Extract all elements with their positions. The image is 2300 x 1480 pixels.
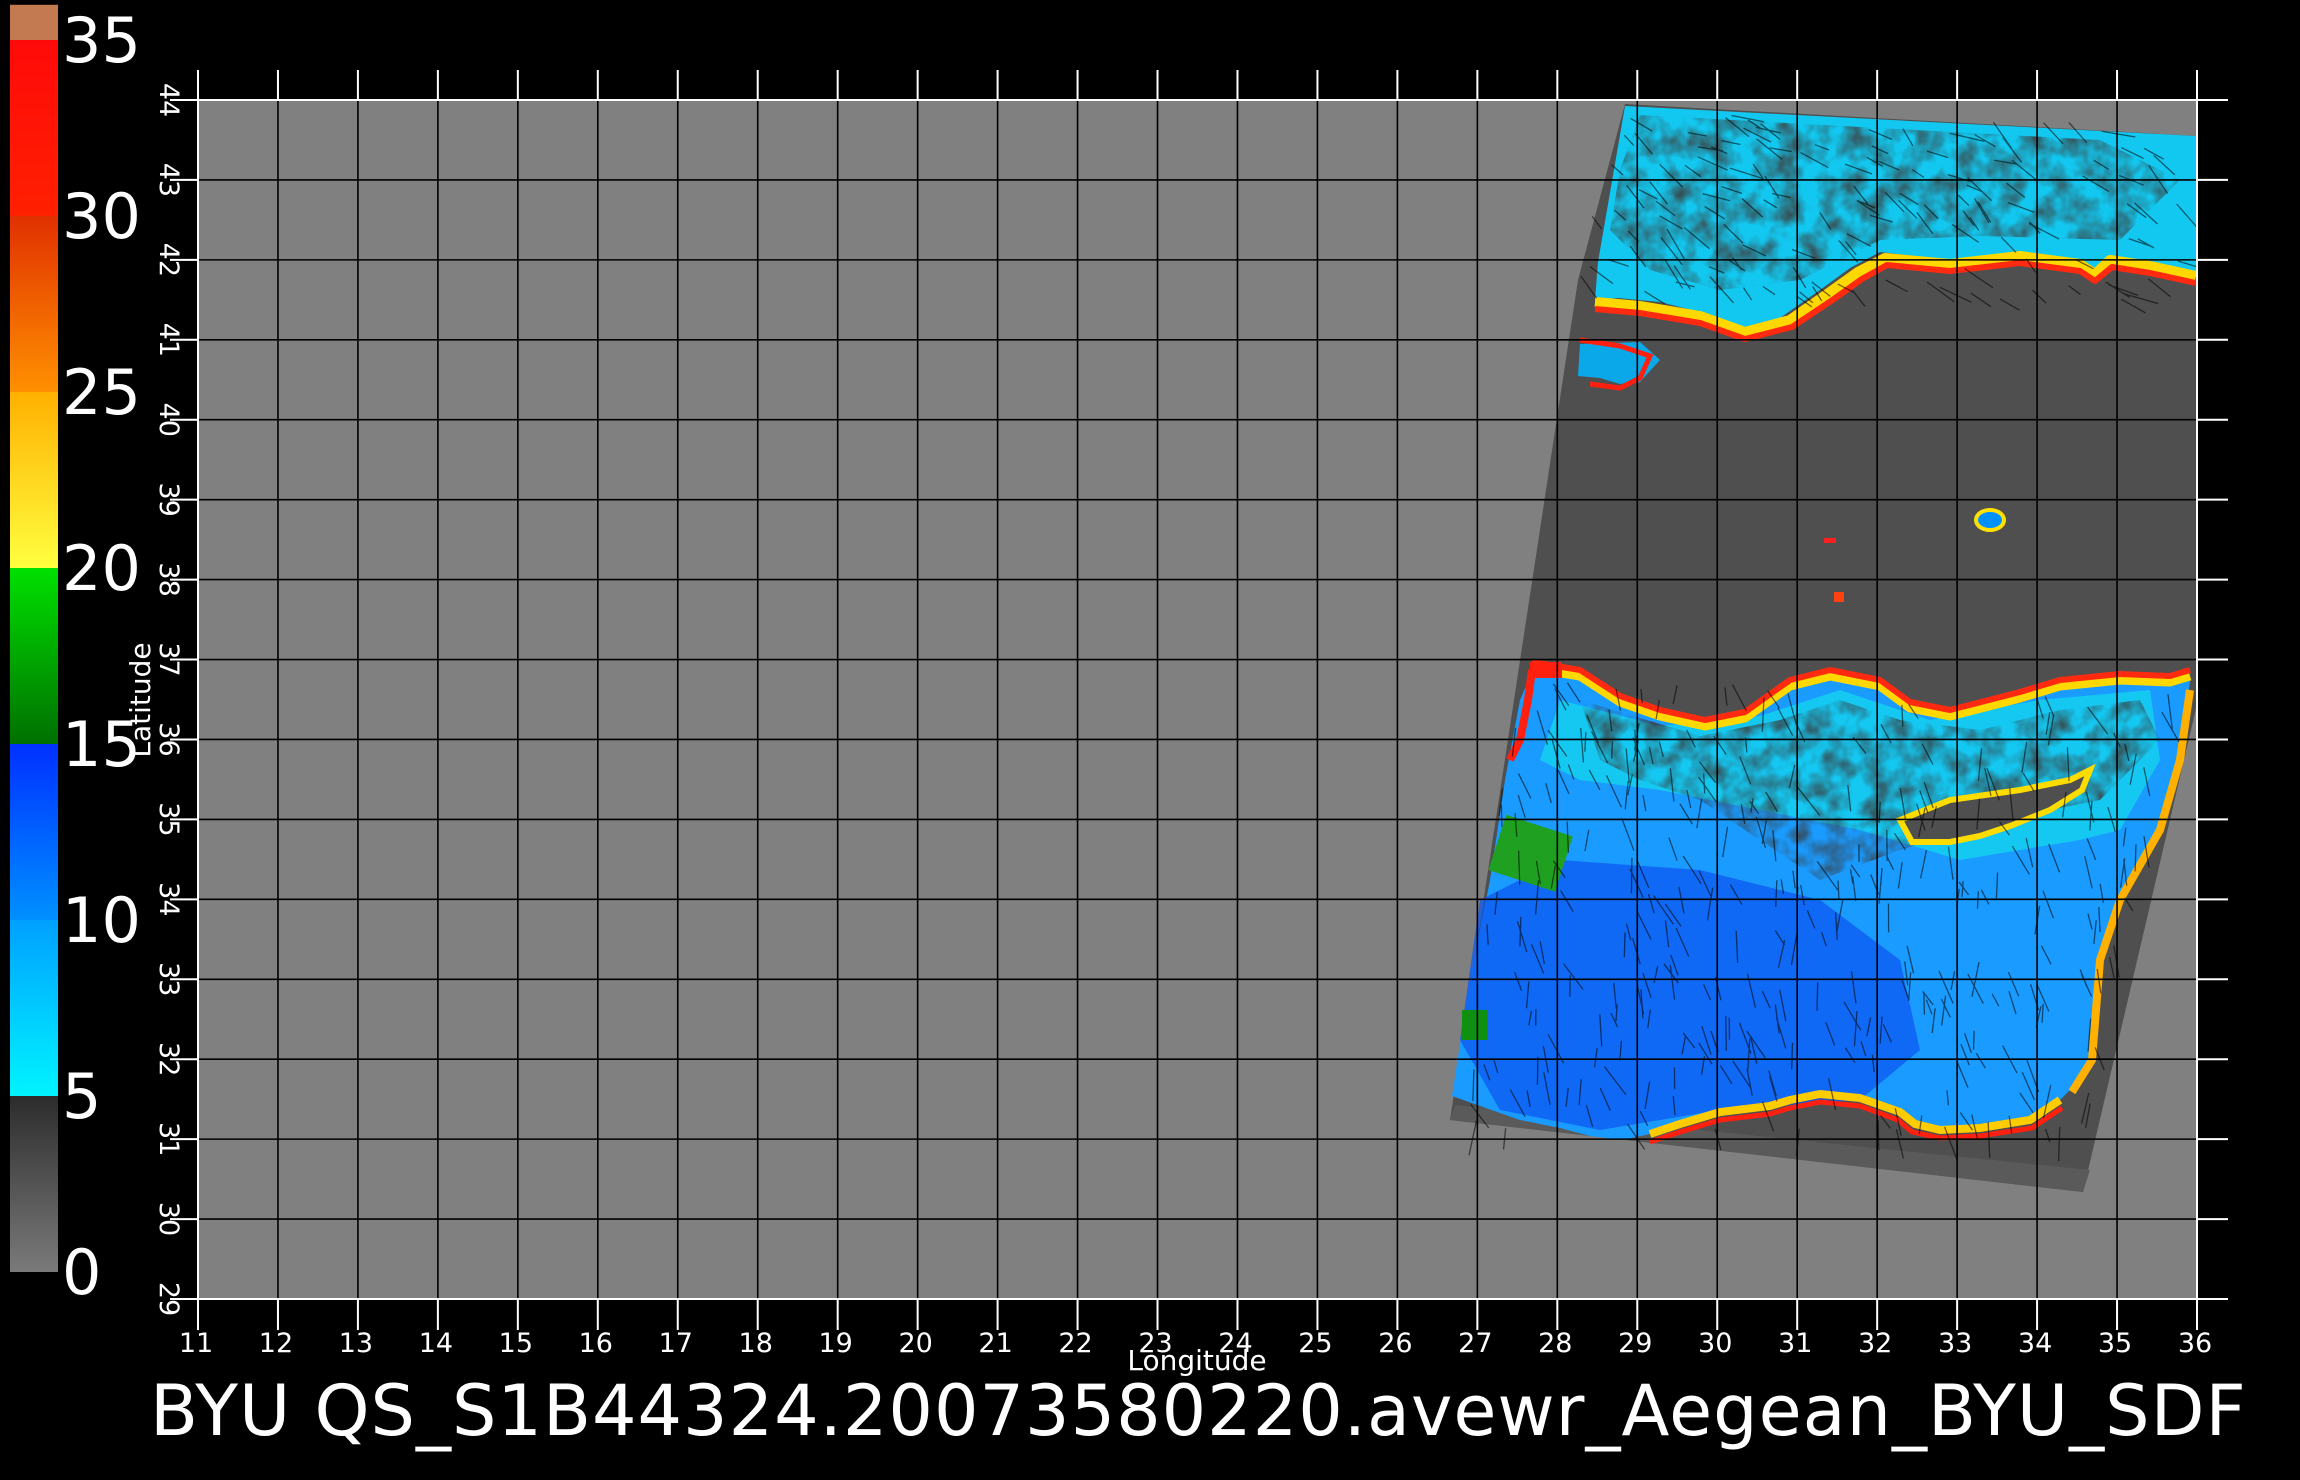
x-tick-label: 14 [419, 1328, 453, 1359]
x-tick-label: 20 [898, 1328, 932, 1359]
colorbar-band [10, 568, 58, 744]
map-plot: 11 12 13 14 15 16 17 18 19 20 21 22 23 24 25 26 27 28 29 30… [124, 70, 2228, 1377]
y-tick-label: 40 [153, 403, 184, 437]
x-tick-label: 31 [1778, 1328, 1812, 1359]
x-tick-label: 29 [1618, 1328, 1652, 1359]
y-tick-label: 38 [153, 562, 184, 596]
y-tick-label: 29 [153, 1282, 184, 1316]
x-tick-label: 25 [1298, 1328, 1332, 1359]
y-tick-label: 41 [153, 323, 184, 357]
y-tick-label: 32 [153, 1042, 184, 1076]
colorbar-label: 5 [62, 1060, 101, 1133]
x-tick-label: 17 [659, 1328, 693, 1359]
y-tick-label: 44 [153, 83, 184, 117]
y-tick-label: 30 [153, 1202, 184, 1236]
y-tick-label: 31 [153, 1122, 184, 1156]
x-tick-label: 12 [259, 1328, 293, 1359]
y-tick-label: 37 [153, 642, 184, 676]
colorbar-band [10, 4, 58, 41]
colorbar-band [10, 40, 58, 216]
y-tick-label: 35 [153, 802, 184, 836]
colorbar-label: 10 [62, 884, 141, 957]
map-figure: 35 30 25 20 15 10 5 0 11 12 13 14 15 16 17 18 1… [10, 4, 2247, 1452]
x-tick-label: 36 [2178, 1328, 2212, 1359]
colorbar-label: 25 [62, 356, 141, 429]
colorbar-band [10, 920, 58, 1096]
x-tick-label: 22 [1058, 1328, 1092, 1359]
x-tick-label: 26 [1378, 1328, 1412, 1359]
x-tick-label: 35 [2098, 1328, 2132, 1359]
x-tick-label: 32 [1858, 1328, 1892, 1359]
x-tick-label: 33 [1938, 1328, 1972, 1359]
x-tick-label: 16 [579, 1328, 613, 1359]
colorbar-label: 35 [62, 4, 141, 77]
x-tick-label: 34 [2018, 1328, 2052, 1359]
x-tick-label: 18 [739, 1328, 773, 1359]
colorbar-label: 0 [62, 1236, 101, 1309]
y-tick-label: 36 [153, 722, 184, 756]
y-tick-label: 39 [153, 482, 184, 516]
x-tick-label: 30 [1698, 1328, 1732, 1359]
colorbar-band [10, 392, 58, 568]
colorbar-band [10, 216, 58, 392]
y-axis-title: Latitude [124, 642, 157, 757]
x-tick-label: 19 [819, 1328, 853, 1359]
colorbar-label: 20 [62, 532, 141, 605]
x-tick-label: 21 [978, 1328, 1012, 1359]
y-tick-label: 42 [153, 243, 184, 277]
colorbar-label: 30 [62, 180, 141, 253]
plot-caption: BYU QS_S1B44324.20073580220.avewr_Aegean… [150, 1370, 2247, 1452]
colorbar-bands [10, 4, 58, 1272]
x-tick-label: 28 [1538, 1328, 1572, 1359]
green-wind-patch-small [1462, 1010, 1488, 1040]
y-tick-label: 43 [153, 163, 184, 197]
colorbar-band [10, 1096, 58, 1272]
x-tick-label: 13 [339, 1328, 373, 1359]
y-tick-label: 33 [153, 962, 184, 996]
colorbar: 35302520151050 [10, 4, 141, 1309]
x-tick-label: 15 [499, 1328, 533, 1359]
x-tick-label: 11 [179, 1328, 213, 1359]
colorbar-band [10, 744, 58, 920]
x-tick-label: 27 [1458, 1328, 1492, 1359]
y-tick-label: 34 [153, 882, 184, 916]
